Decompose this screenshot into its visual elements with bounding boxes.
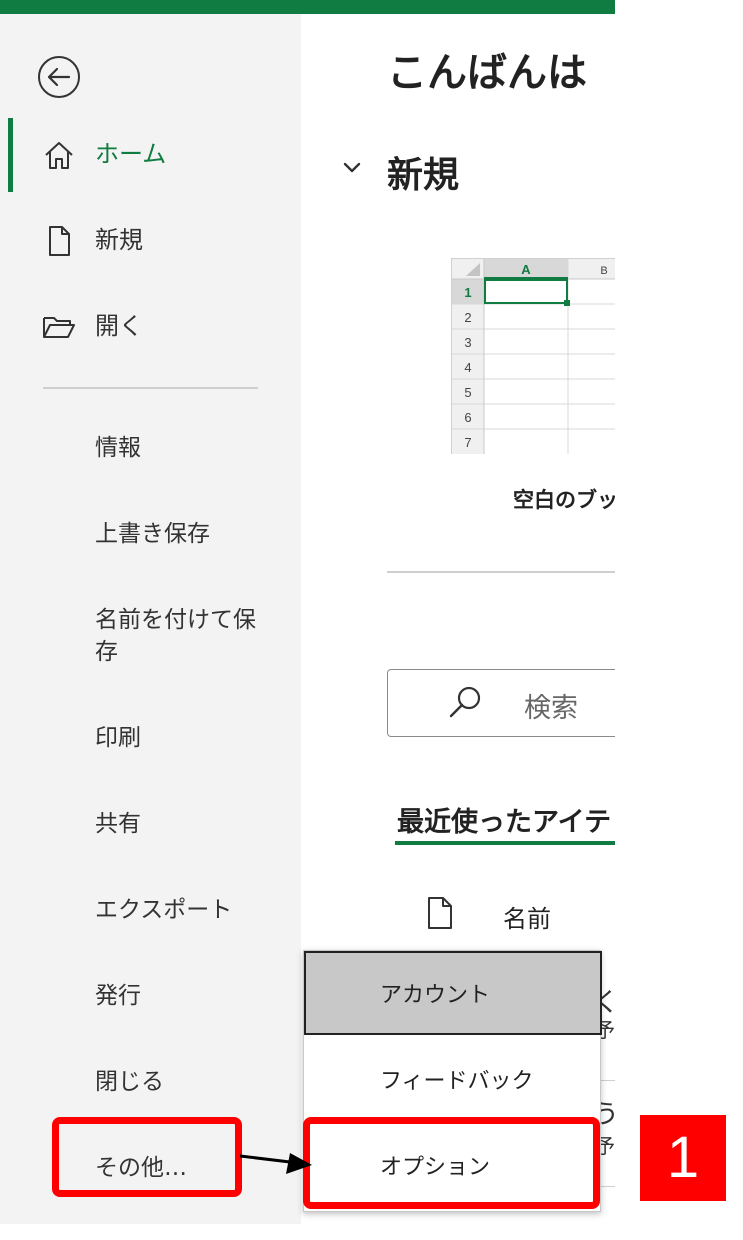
col-header-a: A [521, 262, 531, 277]
row-header-4: 4 [464, 360, 471, 375]
menu-save[interactable]: 上書き保存 [95, 518, 210, 550]
chevron-down-icon[interactable] [341, 156, 363, 178]
open-folder-icon [43, 317, 75, 338]
sidebar-item-label: 開く [95, 312, 143, 340]
back-button[interactable] [36, 54, 82, 100]
menu-item-label: アカウント [380, 983, 491, 1008]
row-header-2: 2 [464, 310, 471, 325]
blank-workbook-label: 空白のブッ [513, 488, 615, 512]
highlight-options [303, 1117, 600, 1209]
sidebar-item-open[interactable]: 開く [0, 296, 301, 356]
row-header-3: 3 [464, 335, 471, 350]
menu-share[interactable]: 共有 [95, 808, 141, 840]
search-placeholder: 検索 [524, 693, 578, 724]
menu-save-as[interactable]: 名前を付けて保 存 [95, 604, 256, 668]
row-header-7: 7 [464, 435, 471, 450]
highlight-more [52, 1117, 242, 1197]
menu-item-account[interactable]: アカウント [304, 951, 602, 1035]
backstage-sidebar: ホーム 新規 開く 情報 上書き保存 名前を付けて保 存 印刷 共有 エクスポー… [0, 14, 301, 1224]
sheet-preview: A B 1 2 3 4 5 6 7 [452, 259, 615, 454]
sidebar-divider [43, 387, 258, 389]
search-input[interactable]: 検索 [387, 669, 615, 737]
page-title: こんばんは [387, 50, 587, 96]
home-icon [45, 142, 73, 169]
sidebar-item-label: 新規 [95, 226, 143, 254]
blank-workbook-thumbnail[interactable]: A B 1 2 3 4 5 6 7 [451, 258, 615, 454]
menu-close[interactable]: 閉じる [95, 1066, 164, 1098]
menu-item-label: フィードバック [380, 1069, 534, 1094]
section-title-new: 新規 [387, 155, 460, 196]
menu-item-feedback[interactable]: フィードバック [304, 1037, 602, 1121]
menu-info[interactable]: 情報 [95, 432, 141, 464]
tab-recent-underline [395, 841, 615, 845]
section-divider [387, 571, 615, 573]
col-header-b: B [600, 265, 607, 277]
sidebar-item-label: ホーム [95, 140, 167, 168]
row-header-1: 1 [464, 285, 471, 300]
menu-print[interactable]: 印刷 [95, 722, 141, 754]
file-icon [428, 897, 452, 929]
row-header-5: 5 [464, 385, 471, 400]
search-icon [449, 686, 481, 718]
annotation-arrow-icon [239, 1153, 312, 1174]
menu-export[interactable]: エクスポート [95, 894, 232, 926]
title-bar [0, 0, 615, 14]
sidebar-item-new[interactable]: 新規 [0, 210, 301, 270]
back-arrow-icon [38, 56, 80, 98]
menu-publish[interactable]: 発行 [95, 980, 141, 1012]
tab-recent[interactable]: 最近使ったアイテ [397, 800, 611, 839]
column-header-name[interactable]: 名前 [503, 899, 551, 934]
new-file-icon [49, 226, 70, 256]
step-number-badge: 1 [640, 1115, 726, 1201]
row-header-6: 6 [464, 410, 471, 425]
sidebar-item-home[interactable]: ホーム [0, 124, 301, 184]
